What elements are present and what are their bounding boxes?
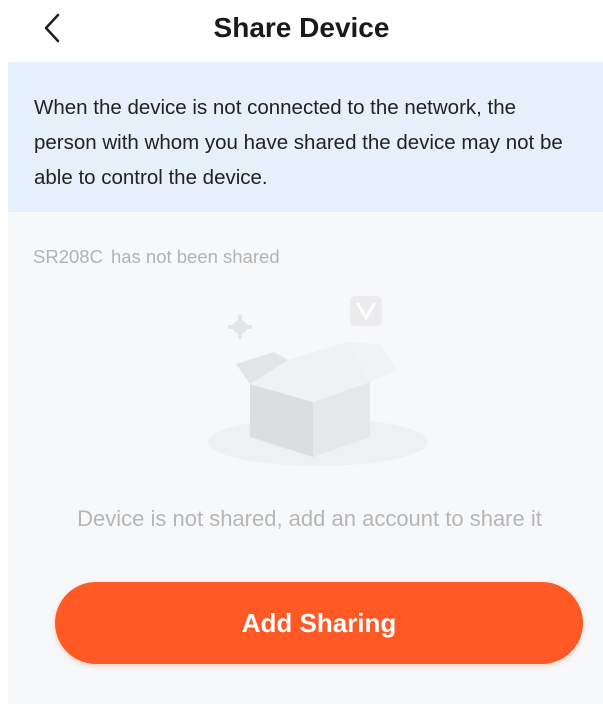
empty-box-icon bbox=[208, 296, 428, 466]
page-title: Share Device bbox=[213, 12, 390, 43]
share-status: SR208C has not been shared bbox=[33, 246, 280, 268]
share-device-screen: Share Device When the device is not conn… bbox=[0, 0, 603, 704]
notice-text: When the device is not connected to the … bbox=[34, 96, 563, 189]
network-notice-banner: When the device is not connected to the … bbox=[8, 62, 603, 212]
header: Share Device bbox=[0, 0, 603, 62]
empty-state-message: Device is not shared, add an account to … bbox=[77, 506, 542, 531]
share-content: SR208C has not been shared Device is not… bbox=[8, 212, 603, 704]
add-sharing-button[interactable]: Add Sharing bbox=[55, 582, 583, 664]
share-status-text: has not been shared bbox=[110, 246, 280, 267]
device-name: SR208C bbox=[33, 246, 103, 267]
